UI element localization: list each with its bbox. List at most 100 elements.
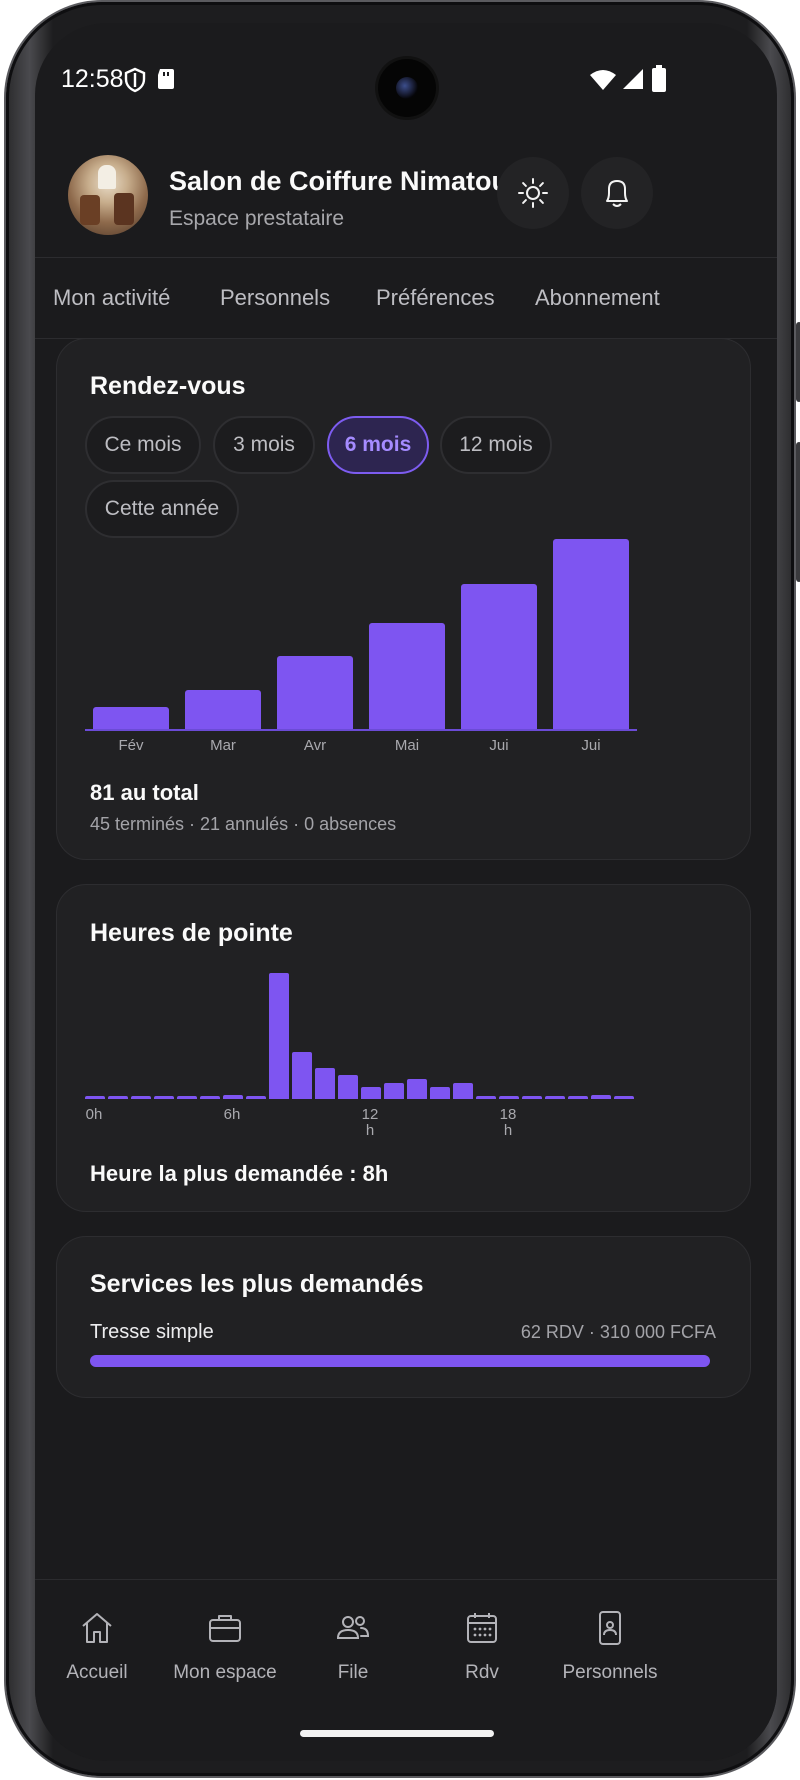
range-chip-12-mois[interactable]: 12 mois <box>440 416 552 474</box>
appointments-bar-chart: Fév Mar Avr Mai Jui Jui <box>85 529 637 759</box>
scroll-content[interactable]: Rendez-vous Ce mois 3 mois 6 mois 12 moi… <box>35 339 777 1579</box>
peak-hours-title: Heures de pointe <box>90 919 293 947</box>
home-icon <box>82 1613 112 1643</box>
peak-hour-bar[interactable] <box>568 1096 588 1099</box>
nav-label: Rdv <box>465 1662 499 1683</box>
peak-hour-bar[interactable] <box>430 1087 450 1099</box>
peak-hour-bar[interactable] <box>269 973 289 1099</box>
range-chip-3-mois[interactable]: 3 mois <box>213 416 315 474</box>
screen: 12:58 Salon de Coiffure Nimatou Espace p… <box>35 23 777 1761</box>
range-chip-ce-mois[interactable]: Ce mois <box>85 416 201 474</box>
briefcase-icon <box>209 1615 241 1642</box>
tab-abonnement[interactable]: Abonnement <box>535 285 660 311</box>
peak-hour-bar[interactable] <box>545 1096 565 1099</box>
appointments-card: Rendez-vous Ce mois 3 mois 6 mois 12 moi… <box>56 339 751 860</box>
tab-mon-activite[interactable]: Mon activité <box>53 285 170 311</box>
peak-hour-tick-label: 6h <box>223 1106 241 1123</box>
battery-icon <box>652 65 666 92</box>
peak-hour-bar[interactable] <box>384 1083 404 1099</box>
peak-hour-bar[interactable] <box>154 1096 174 1099</box>
nav-label: File <box>337 1662 369 1683</box>
service-name: Tresse simple <box>90 1321 214 1343</box>
nav-accueil[interactable]: Accueil <box>35 1610 167 1684</box>
appointments-bar[interactable] <box>461 583 537 729</box>
peak-hour-bar[interactable] <box>407 1079 427 1099</box>
theme-toggle-button[interactable] <box>497 157 569 229</box>
peak-hour-tick-label: 12 h <box>361 1106 379 1139</box>
peak-hours-bar-chart: 0h 6h 12 h 18 h <box>85 965 637 1155</box>
front-camera <box>378 59 436 117</box>
service-share-bar <box>90 1355 710 1367</box>
appointments-bar[interactable] <box>553 539 629 729</box>
app-header: Salon de Coiffure Nimatou Espace prestat… <box>35 153 777 257</box>
bell-icon <box>606 180 628 207</box>
peak-hour-bar[interactable] <box>292 1051 312 1099</box>
appointments-month-label: Jui <box>489 737 509 754</box>
home-indicator[interactable] <box>300 1730 494 1737</box>
peak-hour-bar[interactable] <box>591 1095 611 1099</box>
users-icon <box>336 1616 370 1639</box>
appointments-bar[interactable] <box>369 622 445 729</box>
tab-preferences[interactable]: Préférences <box>376 285 495 311</box>
service-stats: 62 RDV · 310 000 FCFA <box>520 1322 716 1342</box>
appointments-baseline <box>85 729 637 731</box>
nav-mon-espace[interactable]: Mon espace <box>155 1610 295 1684</box>
peak-hour-bar[interactable] <box>108 1096 128 1099</box>
peak-hour-bar[interactable] <box>85 1096 105 1099</box>
status-time: 12:58 <box>61 65 124 93</box>
appointments-breakdown: 45 terminés · 21 annulés · 0 absences <box>90 814 397 834</box>
peak-hour-bar[interactable] <box>315 1067 335 1099</box>
appointments-month-label: Mar <box>210 737 236 754</box>
appointments-total: 81 au total <box>90 780 199 805</box>
peak-hour-summary: Heure la plus demandée : 8h <box>90 1161 389 1186</box>
shield-icon <box>124 67 146 93</box>
peak-hour-bar[interactable] <box>453 1083 473 1099</box>
nav-label: Personnels <box>562 1662 658 1683</box>
tab-personnels[interactable]: Personnels <box>220 285 330 311</box>
appointments-month-label: Jui <box>581 737 601 754</box>
nav-label: Accueil <box>66 1662 128 1683</box>
top-services-card: Services les plus demandés Tresse simple… <box>56 1236 751 1398</box>
peak-hour-bar[interactable] <box>338 1075 358 1099</box>
appointments-month-label: Avr <box>303 737 327 754</box>
phone-badge-icon <box>599 1611 621 1645</box>
peak-hour-bar[interactable] <box>522 1096 542 1099</box>
peak-hours-card: Heures de pointe 0h 6h 12 h 18 h Heure la plu… <box>56 884 751 1212</box>
nav-file[interactable]: File <box>283 1610 423 1684</box>
appointments-bar[interactable] <box>93 706 169 729</box>
peak-hour-bar[interactable] <box>200 1096 220 1099</box>
appointments-month-label: Fév <box>118 737 144 754</box>
peak-hour-bar[interactable] <box>246 1095 266 1099</box>
appointments-bar[interactable] <box>277 656 353 729</box>
business-name: Salon de Coiffure Nimatou <box>169 166 509 196</box>
appointments-bar[interactable] <box>185 689 261 729</box>
top-services-title: Services les plus demandés <box>90 1270 424 1298</box>
power-button <box>796 322 800 402</box>
peak-hour-bar[interactable] <box>614 1096 634 1099</box>
wifi-icon <box>590 70 616 90</box>
range-chip-6-mois[interactable]: 6 mois <box>327 416 429 474</box>
business-subtitle: Espace prestataire <box>169 207 345 230</box>
nav-rdv[interactable]: Rdv <box>412 1610 552 1684</box>
appointments-month-label: Mai <box>394 737 420 754</box>
peak-hour-bar[interactable] <box>361 1087 381 1099</box>
calendar-icon <box>467 1613 497 1643</box>
peak-hour-bar[interactable] <box>223 1095 243 1099</box>
notifications-button[interactable] <box>581 157 653 229</box>
nav-label: Mon espace <box>173 1662 277 1683</box>
section-tabs: Mon activité Personnels Préférences Abon… <box>35 257 777 339</box>
signal-icon <box>623 69 643 89</box>
nav-personnels[interactable]: Personnels <box>540 1610 680 1684</box>
service-share-fill <box>90 1355 710 1367</box>
peak-hour-bar[interactable] <box>177 1096 197 1099</box>
volume-button <box>796 442 800 582</box>
peak-hour-tick-label: 0h <box>85 1106 103 1123</box>
sd-card-icon <box>158 69 174 89</box>
peak-hour-bar[interactable] <box>499 1096 519 1099</box>
peak-hour-bar[interactable] <box>476 1095 496 1099</box>
avatar[interactable] <box>68 155 148 235</box>
status-bar: 12:58 <box>35 23 777 123</box>
phone-frame: 12:58 Salon de Coiffure Nimatou Espace p… <box>6 2 800 1776</box>
peak-hour-bar[interactable] <box>131 1096 151 1099</box>
appointments-title: Rendez-vous <box>90 372 246 400</box>
